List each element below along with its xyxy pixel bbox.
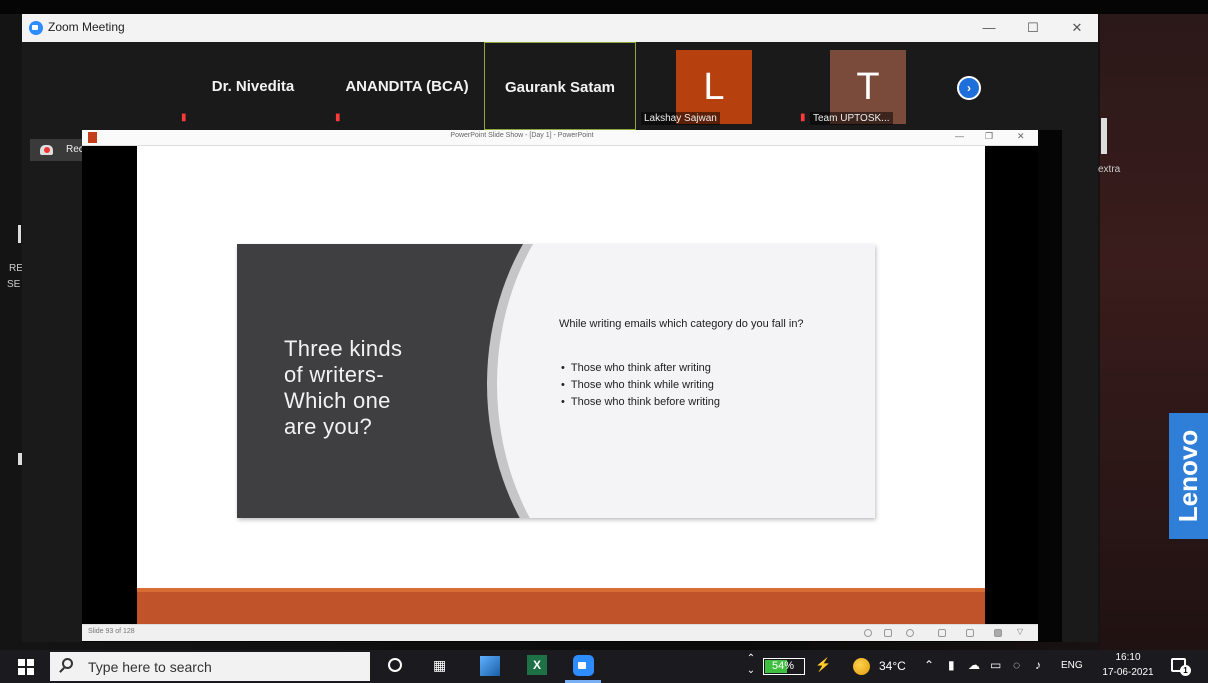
participant-tile-gaurank[interactable]: Gaurank Satam (484, 42, 636, 130)
edge-text-re: RE (9, 263, 23, 274)
language-indicator[interactable]: ENG (1061, 660, 1083, 671)
previous-slide-icon[interactable] (864, 629, 872, 637)
top-edge (0, 0, 1208, 14)
battery-indicator[interactable]: 54% (763, 658, 805, 675)
wifi-icon[interactable]: ◌ (1013, 658, 1020, 672)
participant-label: Team UPTOSK... (810, 112, 893, 125)
taskbar-search-box[interactable]: Type here to search (50, 652, 370, 681)
letterbox-left (82, 146, 137, 624)
participant-name: Dr. Nivedita (211, 78, 295, 95)
pause-icon[interactable] (884, 629, 892, 637)
muted-mic-icon: ▮ (335, 112, 341, 123)
next-participants-button[interactable]: › (957, 76, 981, 100)
onedrive-icon[interactable]: ☁ (968, 658, 980, 672)
clock-time[interactable]: 16:10 (1108, 652, 1148, 663)
show-hidden-icons-icon[interactable]: ⌃ ⌄ (745, 653, 757, 677)
slide-question: While writing emails which category do y… (559, 318, 804, 330)
lenovo-wordmark: Lenovo (1173, 429, 1203, 523)
tray-chevron-icon[interactable]: ⌃ (924, 658, 934, 672)
slide-sorter-icon[interactable] (966, 629, 974, 637)
ppt-minimize-button[interactable]: — (955, 131, 964, 141)
minimize-button[interactable]: — (974, 18, 1004, 38)
temperature[interactable]: 34°C (879, 659, 906, 673)
weather-icon[interactable] (853, 658, 870, 675)
maximize-button[interactable]: ☐ (1018, 18, 1048, 38)
clock-date[interactable]: 17-06-2021 (1095, 667, 1161, 678)
muted-mic-icon: ▮ (181, 112, 187, 123)
participant-video-strip: Dr. Nivedita ▮ ANANDITA (BCA) ▮ Gaurank … (22, 42, 1098, 130)
letterbox-right (985, 146, 1038, 624)
background-window-edge (18, 225, 21, 243)
powerpoint-window: PowerPoint Slide Show - [Day 1] - PowerP… (82, 130, 1038, 641)
zoom-app-icon[interactable] (573, 655, 594, 676)
options-chevron-icon[interactable]: ▽ (1017, 627, 1023, 636)
slide-bullet: Those who think after writing (561, 362, 861, 379)
search-icon (62, 658, 73, 669)
next-slide-icon[interactable] (906, 629, 914, 637)
zoom-logo-icon (29, 21, 43, 35)
ppt-close-button[interactable]: ✕ (1017, 131, 1025, 142)
participant-tile-nivedita[interactable]: Dr. Nivedita ▮ (177, 42, 329, 130)
start-button[interactable] (18, 659, 34, 675)
slide-content-box: Three kinds of writers- Which one are yo… (237, 244, 875, 518)
window-title: Zoom Meeting (48, 20, 125, 34)
slideshow-view-icon[interactable] (994, 629, 1002, 637)
participant-tile-anandita[interactable]: ANANDITA (BCA) ▮ (331, 42, 483, 130)
participant-name: ANANDITA (BCA) (345, 78, 469, 95)
participant-tile-lakshay[interactable]: L Lakshay Sajwan (638, 42, 790, 130)
slide-bullet: Those who think before writing (561, 396, 861, 413)
notification-badge: 1 (1180, 665, 1191, 676)
close-button[interactable]: ✕ (1062, 18, 1092, 38)
ppt-restore-button[interactable]: ❐ (985, 131, 993, 142)
display-icon[interactable]: ▭ (990, 658, 1001, 672)
photos-app-icon[interactable] (480, 656, 500, 676)
charging-plug-icon: ⚡ (815, 657, 832, 672)
excel-app-icon[interactable]: X (527, 655, 547, 675)
muted-mic-icon: ▮ (800, 112, 806, 123)
task-view-icon[interactable]: ▦ (433, 657, 446, 674)
slide-counter: Slide 93 of 128 (88, 628, 135, 635)
slide-canvas: Three kinds of writers- Which one are yo… (137, 146, 985, 624)
background-window-edge (1101, 118, 1107, 154)
edge-text-extra: extra (1098, 164, 1121, 175)
participant-name: Gaurank Satam (504, 79, 616, 96)
cortana-icon[interactable] (388, 658, 402, 672)
windows-taskbar: Type here to search ▦ X ⌃ ⌄ 54% ⚡ 34°C ⌃ … (0, 650, 1208, 683)
edge-text-se: SE (7, 279, 21, 290)
background-right-area (1100, 0, 1208, 650)
battery-percent: 54% (772, 660, 795, 672)
search-placeholder: Type here to search (88, 659, 212, 675)
powerpoint-titlebar: PowerPoint Slide Show - [Day 1] - PowerP… (82, 130, 1038, 146)
powerpoint-title: PowerPoint Slide Show - [Day 1] - PowerP… (450, 132, 594, 139)
slide-bullet: Those who think while writing (561, 379, 861, 396)
usb-icon[interactable]: ▮ (948, 658, 955, 672)
participant-label: Lakshay Sajwan (641, 112, 720, 125)
lenovo-logo: Lenovo (1169, 413, 1208, 539)
slide-heading: Three kinds of writers- Which one are yo… (284, 336, 403, 439)
volume-icon[interactable]: ♪ (1035, 658, 1041, 672)
participant-tile-team-uptosk[interactable]: T ▮ Team UPTOSK... (792, 42, 944, 130)
record-dot-icon (44, 147, 50, 153)
slide-footer-bar (137, 588, 985, 624)
normal-view-icon[interactable] (938, 629, 946, 637)
zoom-titlebar: Zoom Meeting — ☐ ✕ (22, 14, 1098, 42)
slide-bullet-list: Those who think after writing Those who … (561, 362, 861, 413)
powerpoint-status-bar: Slide 93 of 128 ▽ (82, 624, 1038, 641)
